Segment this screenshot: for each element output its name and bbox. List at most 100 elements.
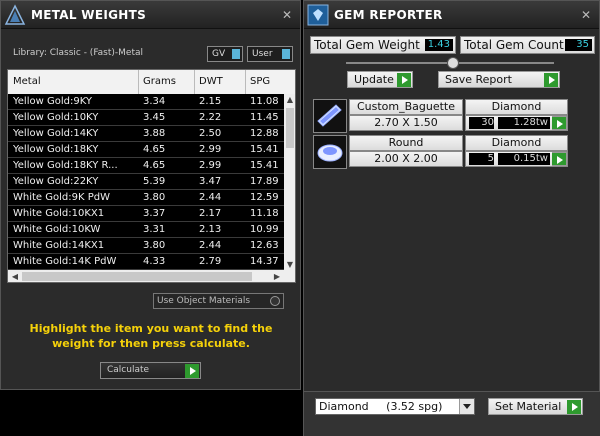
metal-weights-titlebar[interactable]: METAL WEIGHTS ✕ xyxy=(1,1,300,29)
grams-value: 3.31 xyxy=(143,224,166,235)
vertical-scroll-thumb[interactable] xyxy=(286,108,294,148)
dwt-value: 2.13 xyxy=(199,224,222,235)
calculate-button[interactable]: Calculate xyxy=(100,362,201,379)
gem-weight: 1.28tw xyxy=(498,117,550,129)
update-label: Update xyxy=(354,73,394,86)
metal-weights-panel: METAL WEIGHTS ✕ Library: Classic - (Fast… xyxy=(0,0,301,390)
table-row[interactable]: Yellow Gold:22KY 5.39 3.47 17.89 xyxy=(8,174,284,190)
table-row[interactable]: Yellow Gold:9KY 3.34 2.15 11.08 xyxy=(8,94,284,110)
gem-reporter-panel: GEM REPORTER ✕ Total Gem Weight 1.43 Tot… xyxy=(303,0,600,436)
gem-go-button[interactable] xyxy=(552,116,567,130)
column-metal[interactable]: Metal xyxy=(13,76,41,87)
play-arrow-icon xyxy=(397,73,411,87)
round-gem-icon xyxy=(313,135,347,169)
user-label: User xyxy=(252,49,273,59)
close-icon[interactable]: ✕ xyxy=(280,8,294,22)
dwt-value: 2.17 xyxy=(199,208,222,219)
spg-value: 12.88 xyxy=(250,128,279,139)
metal-name: Yellow Gold:18KY R... xyxy=(13,160,118,171)
table-row[interactable]: Yellow Gold:14KY 3.88 2.50 12.88 xyxy=(8,126,284,142)
table-row[interactable]: White Gold:10KX1 3.37 2.17 11.18 xyxy=(8,206,284,222)
grams-value: 3.45 xyxy=(143,112,166,123)
metal-name: White Gold:14KX1 xyxy=(13,240,105,251)
table-row[interactable]: White Gold:14K PdW 4.33 2.79 14.37 xyxy=(8,254,284,270)
set-material-button[interactable]: Set Material xyxy=(488,398,583,415)
spg-value: 11.45 xyxy=(250,112,279,123)
gv-toggle[interactable]: GV xyxy=(207,46,243,62)
dwt-value: 2.44 xyxy=(199,192,222,203)
gv-label: GV xyxy=(212,49,226,59)
metal-table-body: Yellow Gold:9KY 3.34 2.15 11.08 Yellow Gold:… xyxy=(8,94,284,270)
play-arrow-icon xyxy=(552,153,566,165)
gem-weight: 0.15tw xyxy=(498,153,550,165)
gem-shape: Round xyxy=(349,135,463,151)
spg-value: 14.37 xyxy=(250,256,279,267)
grams-value: 4.65 xyxy=(143,144,166,155)
scroll-left-icon[interactable]: ◀ xyxy=(9,272,21,281)
column-dwt[interactable]: DWT xyxy=(199,76,223,87)
table-row[interactable]: White Gold:10KW 3.31 2.13 10.99 xyxy=(8,222,284,238)
dwt-value: 2.99 xyxy=(199,160,222,171)
metal-name: Yellow Gold:10KY xyxy=(13,112,99,123)
table-row[interactable]: White Gold:9K PdW 3.80 2.44 12.59 xyxy=(8,190,284,206)
library-label: Library: Classic - (Fast)-Metal xyxy=(13,48,144,58)
spg-value: 12.59 xyxy=(250,192,279,203)
update-button[interactable]: Update xyxy=(347,71,413,88)
gem-count: 5 xyxy=(469,153,494,165)
table-row[interactable]: White Gold:14KX1 3.80 2.44 12.63 xyxy=(8,238,284,254)
play-arrow-icon xyxy=(567,400,581,414)
metal-name: White Gold:14K PdW xyxy=(13,256,117,267)
close-icon[interactable]: ✕ xyxy=(579,8,593,22)
gem-shape: Custom_Baguette xyxy=(349,99,463,115)
dwt-value: 2.50 xyxy=(199,128,222,139)
user-toggle[interactable]: User xyxy=(247,46,293,62)
dwt-value: 2.44 xyxy=(199,240,222,251)
chevron-down-icon[interactable] xyxy=(459,399,474,414)
table-row[interactable]: Yellow Gold:18KY R... 4.65 2.99 15.41 xyxy=(8,158,284,174)
gem-list-item[interactable]: Custom_Baguette Diamond 2.70 X 1.50 30 1… xyxy=(313,99,573,133)
grams-value: 3.88 xyxy=(143,128,166,139)
metal-name: White Gold:10KX1 xyxy=(13,208,105,219)
gem-go-button[interactable] xyxy=(552,152,567,166)
gem-list-item[interactable]: Round Diamond 2.00 X 2.00 5 0.15tw xyxy=(313,135,573,169)
metal-table[interactable]: Metal Grams DWT SPG Yellow Gold:9KY 3.34 2… xyxy=(7,69,296,283)
vertical-scrollbar[interactable]: ▲ ▼ xyxy=(284,94,295,270)
material-select[interactable]: Diamond (3.52 spg) xyxy=(315,398,475,415)
slider-handle[interactable] xyxy=(447,57,459,69)
scroll-up-icon[interactable]: ▲ xyxy=(284,95,295,104)
spg-value: 12.63 xyxy=(250,240,279,251)
scroll-down-icon[interactable]: ▼ xyxy=(284,260,295,269)
calculate-label: Calculate xyxy=(107,365,150,375)
spg-value: 11.18 xyxy=(250,208,279,219)
metal-name: White Gold:9K PdW xyxy=(13,192,110,203)
total-gem-weight-field: Total Gem Weight 1.43 xyxy=(310,36,456,54)
use-object-materials-toggle[interactable]: Use Object Materials xyxy=(153,293,284,309)
grams-value: 3.80 xyxy=(143,240,166,251)
scroll-right-icon[interactable]: ▶ xyxy=(271,272,283,281)
horizontal-scrollbar[interactable]: ◀ ▶ xyxy=(8,270,295,282)
column-grams[interactable]: Grams xyxy=(143,76,176,87)
gem-size: 2.00 X 2.00 xyxy=(349,151,463,167)
gem-reporter-titlebar[interactable]: GEM REPORTER ✕ xyxy=(304,1,599,29)
save-report-button[interactable]: Save Report xyxy=(438,71,560,88)
save-report-label: Save Report xyxy=(445,73,512,86)
set-material-label: Set Material xyxy=(495,400,562,413)
metal-name: Yellow Gold:14KY xyxy=(13,128,99,139)
column-spg[interactable]: SPG xyxy=(250,76,270,87)
gem-count: 30 xyxy=(469,117,494,129)
dwt-value: 2.15 xyxy=(199,96,222,107)
table-row[interactable]: Yellow Gold:18KY 4.65 2.99 15.41 xyxy=(8,142,284,158)
gem-material: Diamond xyxy=(465,135,568,151)
metal-name: Yellow Gold:18KY xyxy=(13,144,99,155)
user-knob-icon xyxy=(282,49,290,59)
instruction-text: Highlight the item you want to find the … xyxy=(29,322,273,350)
gem-count-weight-cell: 5 0.15tw xyxy=(465,151,568,167)
grams-value: 3.37 xyxy=(143,208,166,219)
gem-size: 2.70 X 1.50 xyxy=(349,115,463,131)
radio-icon[interactable] xyxy=(270,296,280,306)
spg-value: 11.08 xyxy=(250,96,279,107)
table-row[interactable]: Yellow Gold:10KY 3.45 2.22 11.45 xyxy=(8,110,284,126)
metal-weights-title: METAL WEIGHTS xyxy=(31,8,147,22)
spg-value: 17.89 xyxy=(250,176,279,187)
horizontal-scroll-thumb[interactable] xyxy=(22,272,252,281)
